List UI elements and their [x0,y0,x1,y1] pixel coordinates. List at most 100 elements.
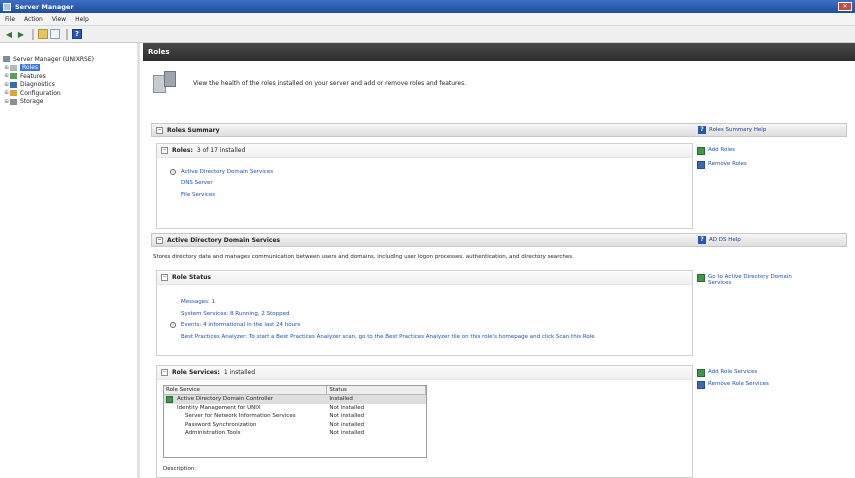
roles-summary-header[interactable]: − Roles Summary ? Roles Summary Help [151,123,847,137]
add-roles-icon [697,147,705,155]
features-icon [10,73,17,80]
expand-icon[interactable]: ⊞ [3,99,10,105]
folder-icon[interactable] [38,29,48,39]
roles-summary-help-link[interactable]: ? Roles Summary Help [698,126,766,134]
role-status-title: Role Status [172,274,211,281]
collapse-icon[interactable]: − [161,147,168,154]
table-row[interactable]: Administration Tools Not installed [164,429,426,438]
configuration-icon [10,90,17,97]
system-services-link[interactable]: System Services: 8 Running, 2 Stopped [181,311,289,317]
help-icon: ? [698,236,706,244]
menu-bar: File Action View Help [0,13,855,26]
roles-box: − Roles: 3 of 17 installed i Active Dire… [156,143,693,229]
tree-item-storage[interactable]: ⊞ Storage [0,98,137,107]
menu-file[interactable]: File [5,16,15,23]
main-content: Roles View the health of the roles insta… [143,43,855,478]
table-header: Role Service Status [164,386,426,395]
tree-item-roles[interactable]: ⊞ Roles [0,64,137,73]
role-item[interactable]: DNS Server [181,180,213,186]
toolbar-separator [66,28,68,40]
close-icon[interactable]: ✕ [838,2,852,11]
messages-link[interactable]: Messages: 1 [181,299,215,305]
role-item[interactable]: File Services [181,192,215,198]
menu-view[interactable]: View [52,16,66,23]
window-titlebar: Server Manager ✕ [0,0,855,13]
tree-item-label: Roles [20,64,41,72]
roles-label: Roles: [172,147,193,154]
column-header-role-service[interactable]: Role Service [164,386,328,394]
installed-icon [166,395,173,403]
remove-role-services-icon [697,381,705,389]
go-to-adds-link[interactable]: Go to Active Directory Domain Services [697,274,807,286]
role-services-count: 1 installed [223,369,256,376]
server-icon [3,56,10,63]
toolbar: ◀ ▶ ? [0,26,855,43]
help-icon[interactable]: ? [72,29,82,39]
column-header-status[interactable]: Status [327,386,426,394]
tree-item-server-manager[interactable]: Server Manager (UNIXRSE) [0,55,137,64]
role-status-header[interactable]: − Role Status [157,271,692,285]
add-role-services-icon [697,369,705,377]
tree-item-label: Configuration [20,89,61,97]
forward-icon[interactable]: ▶ [16,29,26,39]
collapse-icon[interactable]: − [161,274,168,281]
roles-icon [10,64,17,71]
add-roles-link[interactable]: Add Roles [697,147,807,155]
tree-item-label: Diagnostics [20,81,55,89]
expand-icon[interactable]: ⊞ [3,90,10,96]
expand-icon[interactable]: ⊞ [3,82,10,88]
adds-description: Stores directory data and manages commun… [153,254,574,260]
table-row[interactable]: Server for Network Information Services … [164,412,426,421]
role-services-title: Role Services: [172,369,220,376]
role-item[interactable]: i Active Directory Domain Services [170,168,273,175]
diagnostics-icon [10,81,17,88]
tree-item-label: Features [20,72,46,80]
add-role-services-link[interactable]: Add Role Services [697,369,807,377]
back-icon[interactable]: ◀ [4,29,14,39]
roles-banner-icon [151,69,179,97]
collapse-icon[interactable]: − [156,126,163,134]
table-row[interactable]: Identity Management for UNIX Not install… [164,404,426,413]
section-title: Active Directory Domain Services [167,236,281,244]
adds-header[interactable]: − Active Directory Domain Services ? AD … [151,233,847,247]
role-services-header[interactable]: − Role Services: 1 installed [157,366,692,380]
remove-roles-icon [697,161,705,169]
remove-role-services-link[interactable]: Remove Role Services [697,381,807,389]
remove-roles-link[interactable]: Remove Roles [697,161,807,169]
expand-icon[interactable]: ⊞ [3,65,10,71]
adds-section: − Active Directory Domain Services ? AD … [151,233,847,478]
tree-item-configuration[interactable]: ⊞ Configuration [0,89,137,98]
role-services-box: − Role Services: 1 installed Role Servic… [156,365,693,478]
go-to-icon [697,274,705,282]
bpa-link[interactable]: Best Practices Analyzer: To start a Best… [181,334,595,340]
section-title: Roles Summary [167,126,220,134]
description-label: Description: [163,466,197,472]
roles-header[interactable]: − Roles: 3 of 17 installed [157,144,692,158]
collapse-icon[interactable]: − [161,369,168,376]
collapse-icon[interactable]: − [156,236,163,244]
table-row[interactable]: Active Directory Domain Controller Insta… [164,395,426,404]
page-title: Roles [143,43,855,61]
tree-item-label: Storage [20,98,44,106]
navigation-tree: Server Manager (UNIXRSE) ⊞ Roles ⊞ Featu… [0,43,140,478]
window-title: Server Manager [15,2,74,11]
menu-help[interactable]: Help [75,16,89,23]
intro-banner: View the health of the roles installed o… [143,61,855,105]
roles-count: 3 of 17 installed [196,147,246,154]
storage-icon [10,98,17,105]
role-status-box: − Role Status Messages: 1 System Service… [156,270,693,356]
server-manager-icon [3,2,11,11]
help-icon: ? [698,126,706,134]
table-row[interactable]: Password Synchronization Not installed [164,421,426,430]
info-icon: i [170,169,176,175]
info-icon: i [170,322,176,328]
menu-action[interactable]: Action [24,16,43,23]
expand-icon[interactable]: ⊞ [3,73,10,79]
events-link[interactable]: i Events: 4 informational in the last 24… [170,321,300,328]
tree-item-diagnostics[interactable]: ⊞ Diagnostics [0,81,137,90]
tree-item-features[interactable]: ⊞ Features [0,72,137,81]
intro-text: View the health of the roles installed o… [193,79,467,87]
role-services-table: Role Service Status Active Directory Dom… [163,385,427,458]
adds-help-link[interactable]: ? AD DS Help [698,236,741,244]
grid-icon[interactable] [50,29,60,39]
